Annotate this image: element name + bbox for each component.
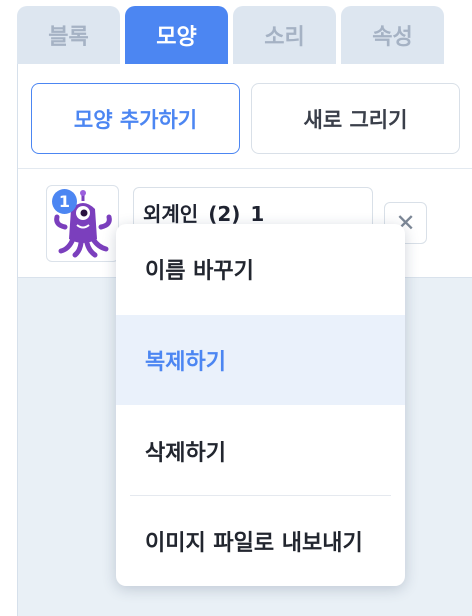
tab-blocks[interactable]: 블록	[17, 6, 120, 64]
menu-item-delete[interactable]: 삭제하기	[116, 406, 405, 496]
new-drawing-button[interactable]: 새로 그리기	[251, 83, 460, 154]
tab-bar: 블록 모양 소리 속성	[0, 0, 472, 64]
shape-number-badge: 1	[52, 189, 77, 214]
shape-action-row: 모양 추가하기 새로 그리기	[18, 64, 472, 169]
shape-editor-panel: 블록 모양 소리 속성 모양 추가하기 새로 그리기 1 외계인_(2)_1 ✕…	[0, 0, 472, 616]
tab-properties[interactable]: 속성	[341, 6, 444, 64]
shape-context-menu: 이름 바꾸기 복제하기 삭제하기 이미지 파일로 내보내기	[116, 224, 405, 586]
add-shape-button[interactable]: 모양 추가하기	[31, 83, 240, 154]
menu-item-export-image[interactable]: 이미지 파일로 내보내기	[116, 496, 405, 586]
menu-item-duplicate[interactable]: 복제하기	[116, 315, 405, 405]
menu-item-rename[interactable]: 이름 바꾸기	[116, 224, 405, 314]
tab-shapes[interactable]: 모양	[125, 6, 228, 64]
tab-sounds[interactable]: 소리	[233, 6, 336, 64]
